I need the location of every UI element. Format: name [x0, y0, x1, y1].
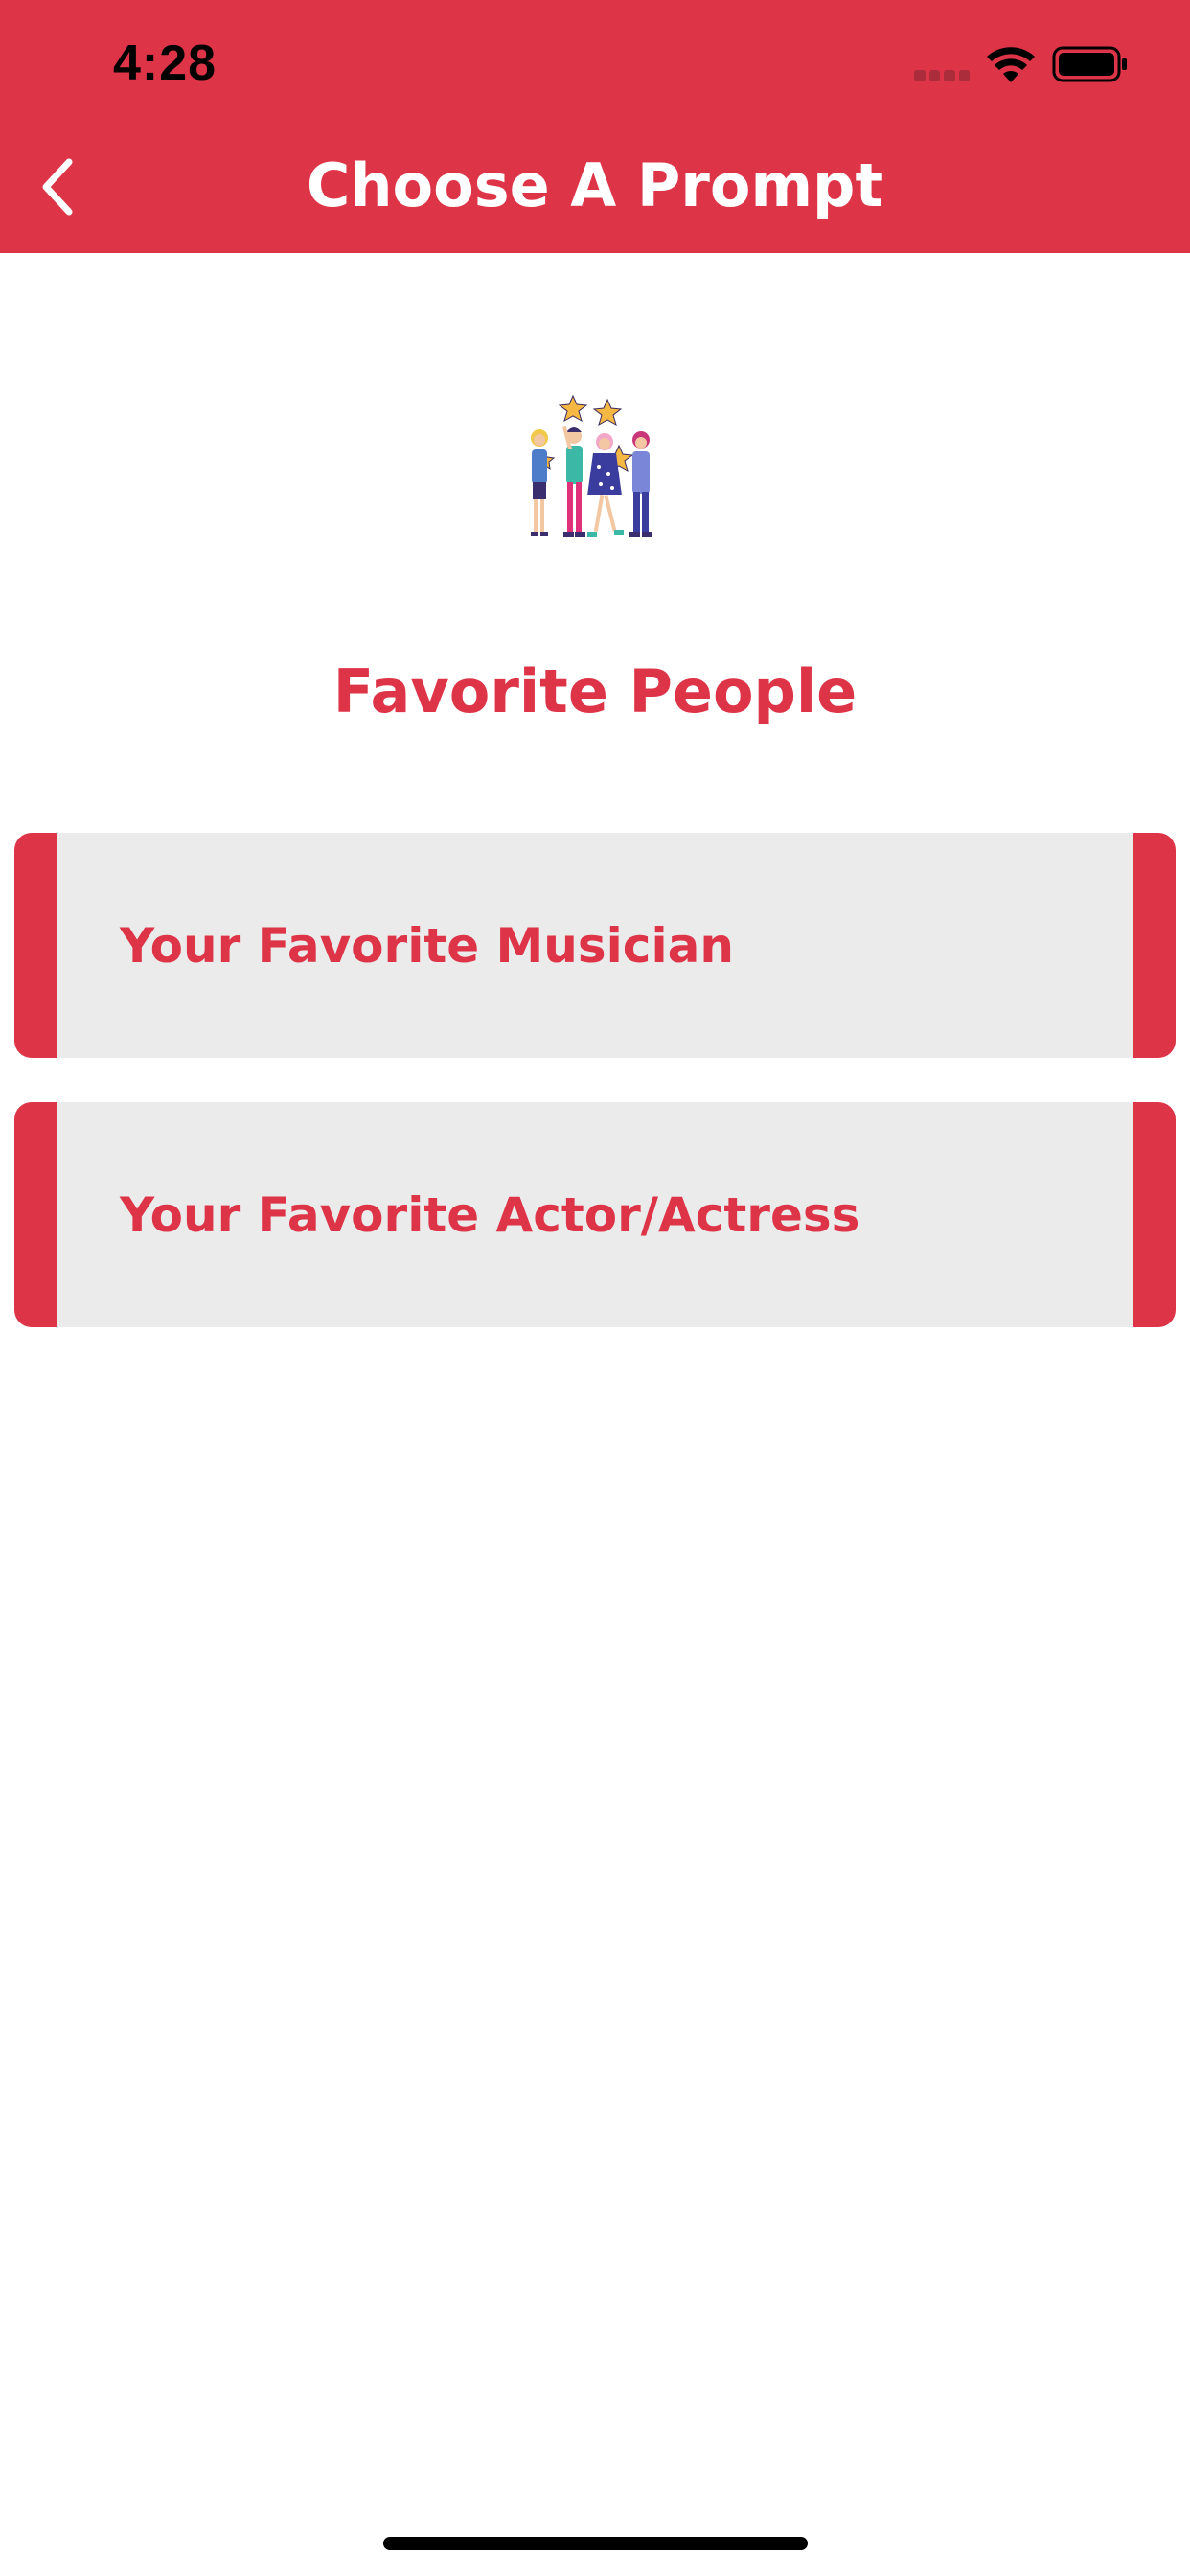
card-accent-right: [1133, 1102, 1176, 1327]
card-accent-left: [14, 1102, 57, 1327]
status-time: 4:28: [113, 35, 217, 91]
card-accent-right: [1133, 833, 1176, 1058]
prompt-option-actor-actress[interactable]: Your Favorite Actor/Actress: [14, 1102, 1176, 1327]
choose-prompt-screen: 4:28 Choose A Prompt Favorite People You…: [0, 0, 1190, 2576]
prompt-label: Your Favorite Musician: [120, 917, 734, 974]
header-bar: 4:28 Choose A Prompt: [0, 0, 1190, 253]
home-indicator[interactable]: [383, 2537, 808, 2550]
prompt-option-musician[interactable]: Your Favorite Musician: [14, 833, 1176, 1058]
page-title: Choose A Prompt: [306, 150, 884, 220]
cellular-signal-icon: [914, 70, 970, 81]
people-holding-stars-illustration: [531, 394, 652, 537]
prompt-label: Your Favorite Actor/Actress: [120, 1186, 860, 1243]
battery-icon: [1052, 46, 1127, 82]
category-title: Favorite People: [332, 656, 858, 726]
card-accent-left: [14, 833, 57, 1058]
wifi-icon: [987, 47, 1035, 82]
